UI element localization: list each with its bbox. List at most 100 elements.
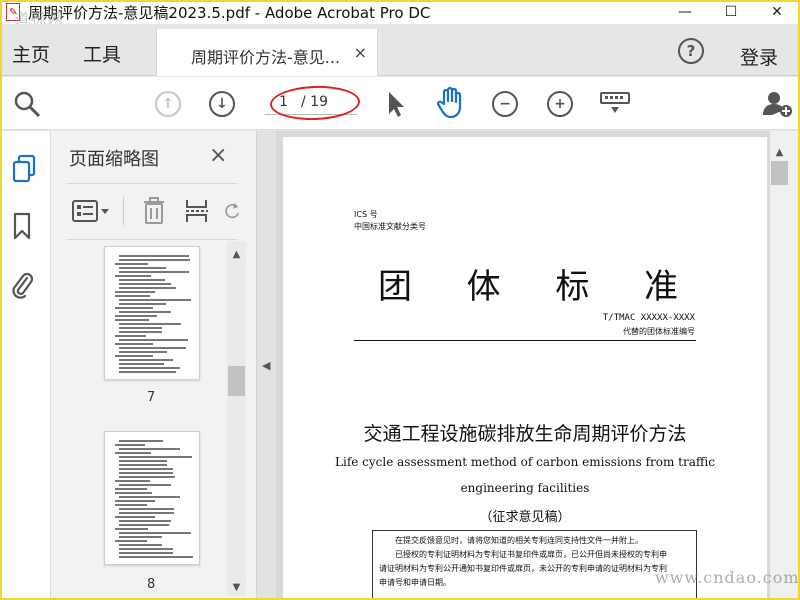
zoom-out-icon[interactable]: − (492, 91, 518, 117)
thumbnail-text-line (119, 520, 171, 522)
document-tab-label: 周期评价方法-意见... (191, 48, 341, 67)
thumbnail-text-line (119, 464, 167, 466)
thumbnail-text-line (115, 504, 147, 506)
thumbnail-text-line (115, 319, 149, 321)
thumbnail-text-line (119, 524, 169, 526)
thumbnail-text-line (119, 484, 171, 486)
scroll-up-arrow-icon[interactable]: ▲ (770, 147, 789, 158)
thumbnail-text-line (119, 468, 173, 470)
thumbnail-text-line (115, 343, 153, 345)
tab-bar: 主页 工具 周期评价方法-意见... × ? 登录 (0, 24, 800, 76)
thumbnail-text-line (115, 295, 150, 297)
document-scrollbar[interactable]: ▲ (770, 131, 798, 600)
minimize-button[interactable]: — (662, 0, 708, 24)
thumbnail-text-line (119, 512, 174, 514)
standard-char: 团 (378, 267, 412, 307)
keyboard-tools-icon[interactable] (598, 89, 632, 119)
standard-char: 准 (643, 267, 678, 307)
maximize-button[interactable]: ☐ (708, 0, 754, 24)
thumbnail-page-number: 7 (147, 390, 156, 405)
divider (67, 239, 237, 240)
thumbnail-options-icon[interactable] (71, 199, 111, 223)
thumbnail-text-line (119, 476, 175, 478)
thumbnail-text-line (119, 556, 193, 558)
draft-status: （征求意见稿） (479, 510, 571, 525)
window-title: 周期评价方法-意见稿2023.5.pdf - Adobe Acrobat Pro… (28, 3, 431, 22)
share-user-icon[interactable] (762, 89, 794, 119)
pdf-page: ICS 号 中国标准文献分类号 团 体 标 准 T/TMAC XXXXX-XXX… (283, 137, 767, 600)
delete-page-icon[interactable] (141, 196, 167, 226)
note-line: 请证明材料为专利公开通知书复印件或扉页，未公开的专利申请的证明材料为专利 (379, 564, 667, 573)
note-line: 在提交反馈意见时，请将您知道的相关专利连同支持性文件一并附上。 (395, 536, 643, 545)
classification-label: 中国标准文献分类号 (354, 222, 426, 231)
ics-label: ICS 号 (354, 210, 378, 219)
thumbnail-text-line (119, 544, 162, 546)
hand-tool-icon[interactable] (434, 86, 468, 120)
help-icon[interactable]: ? (678, 38, 704, 64)
attachments-icon[interactable] (8, 268, 36, 300)
thumbnail-text-line (119, 363, 164, 365)
document-title-en-line2: engineering facilities (460, 481, 590, 495)
thumbnail-text-line (119, 327, 162, 329)
close-tab-button[interactable]: × (354, 43, 367, 62)
scroll-down-arrow-icon[interactable]: ▼ (227, 582, 246, 593)
document-view[interactable]: ICS 号 中国标准文献分类号 团 体 标 准 T/TMAC XXXXX-XXX… (277, 131, 770, 600)
document-title-cn: 交通工程设施碳排放生命周期评价方法 (363, 423, 687, 445)
zoom-in-icon[interactable]: + (547, 91, 573, 117)
login-button[interactable]: 登录 (740, 43, 778, 70)
thumbnail-text-line (115, 540, 147, 542)
page-thumbnail[interactable] (104, 246, 200, 380)
thumbnail-text-line (115, 355, 153, 357)
standard-heading: 团 体 标 准 (378, 259, 678, 308)
navigation-pane-strip (0, 131, 51, 600)
page-up-icon[interactable]: ↑ (155, 91, 181, 117)
thumbnails-panel: 页面缩略图 × 7 8 ▲ ▼ (51, 131, 256, 600)
document-scrollbar-thumb[interactable] (771, 161, 788, 185)
standard-char: 体 (466, 267, 501, 307)
tab-document[interactable]: 周期评价方法-意见... × (156, 29, 378, 76)
thumbnail-text-line (119, 371, 176, 373)
thumbnail-text-line (119, 532, 191, 534)
highlight-ellipse (269, 84, 361, 122)
thumbnail-text-line (119, 456, 192, 458)
panel-title: 页面缩略图 (69, 149, 159, 170)
thumbnail-text-line (119, 472, 173, 474)
bookmarks-icon[interactable] (11, 211, 33, 241)
thumbnail-text-line (119, 299, 191, 301)
page-thumbnail[interactable] (104, 431, 200, 565)
thumbnail-text-line (119, 448, 180, 450)
pane-splitter[interactable]: ◀ (256, 131, 277, 600)
tab-home[interactable]: 主页 (12, 40, 50, 67)
thumbnail-text-line (115, 528, 148, 530)
thumbnail-text-line (119, 303, 166, 305)
close-window-button[interactable]: ✕ (754, 0, 800, 24)
thumbnail-text-line (115, 291, 155, 293)
close-panel-button[interactable]: × (209, 143, 227, 168)
thumbnail-text-line (119, 351, 167, 353)
thumbnail-text-line (115, 263, 148, 265)
thumbnail-text-line (119, 359, 173, 361)
page-thumbnails-icon[interactable] (10, 153, 38, 185)
thumbnail-text-line (119, 331, 162, 333)
tab-tools[interactable]: 工具 (83, 40, 121, 67)
thumbnail-text-line (119, 536, 162, 538)
thumbnail-text-line (119, 347, 186, 349)
thumbnail-text-line (115, 307, 153, 309)
panel-scrollbar-thumb[interactable] (228, 366, 245, 396)
thumbnail-text-line (119, 311, 171, 313)
search-icon[interactable] (12, 89, 42, 119)
page-down-icon[interactable]: ↓ (209, 91, 235, 117)
thumbnail-text-line (119, 287, 176, 289)
rotate-page-icon[interactable] (223, 196, 241, 226)
note-line: 已授权的专利证明材料为专利证书复印件或扉页，已公开但尚未授权的专利申 (395, 550, 667, 559)
select-pointer-icon[interactable] (384, 89, 408, 119)
collapse-pane-arrow-icon[interactable]: ◀ (262, 359, 270, 372)
scroll-up-arrow-icon[interactable]: ▲ (227, 249, 246, 260)
extract-pages-icon[interactable] (183, 196, 211, 226)
panel-scrollbar-track[interactable] (227, 241, 246, 596)
thumbnail-text-line (115, 516, 155, 518)
thumbnail-text-line (115, 335, 146, 337)
thumbnail-text-line (119, 323, 181, 325)
thumbnail-text-line (119, 460, 167, 462)
thumbnail-text-line (115, 488, 147, 490)
